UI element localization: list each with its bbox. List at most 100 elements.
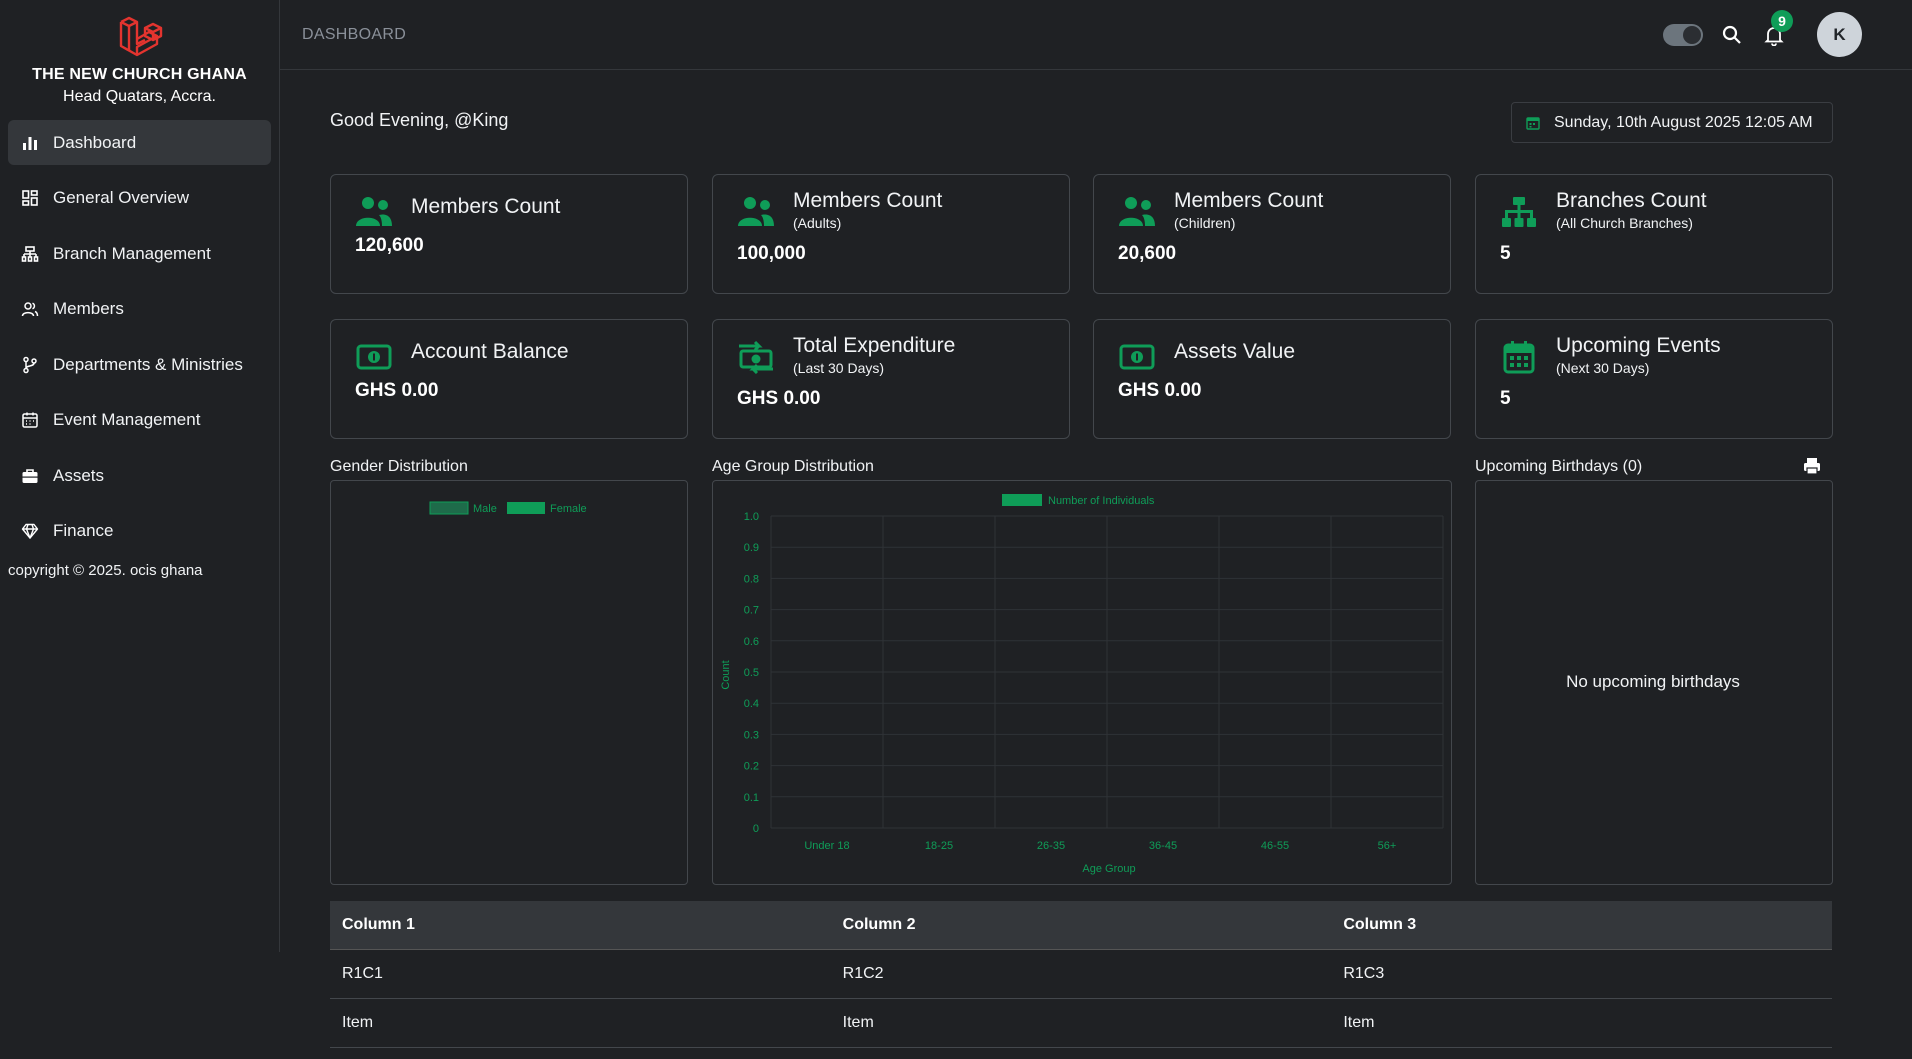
y-tick-label: 1.0 (744, 511, 759, 523)
legend-label-male: Male (473, 503, 497, 515)
stat-card-account-balance: Account Balance GHS 0.00 (330, 319, 688, 439)
sidebar-item-branch-management[interactable]: Branch Management (8, 231, 271, 276)
age-chart: 1.0 0.9 0.8 0.7 0.6 0.5 0.4 0.3 0.2 0.1 0 Under 18… (720, 494, 1444, 875)
card-value: GHS 0.00 (737, 388, 821, 409)
sidebar-item-general-overview[interactable]: General Overview (8, 176, 271, 221)
stat-card-branches: Branches Count (All Church Branches) 5 (1475, 174, 1833, 294)
card-value: 5 (1500, 388, 1511, 409)
calendar-icon (1500, 338, 1538, 376)
diamond-icon (20, 521, 40, 541)
card-value: GHS 0.00 (355, 380, 439, 401)
table-cell: R1C3 (1331, 949, 1832, 999)
card-subtitle: (All Church Branches) (1556, 215, 1693, 231)
card-value: 120,600 (355, 235, 424, 256)
print-icon (1804, 458, 1820, 475)
brand-name: THE NEW CHURCH GHANA (32, 66, 247, 83)
legend-swatch-male[interactable] (429, 501, 469, 515)
sidebar-item-label: Departments & Ministries (53, 354, 243, 374)
sidebar-item-dashboard[interactable]: Dashboard (8, 120, 271, 165)
date-text: Sunday, 10th August 2025 12:05 AM (1554, 113, 1813, 131)
stat-card-upcoming-events: Upcoming Events (Next 30 Days) 5 (1475, 319, 1833, 439)
y-tick-label: 0.2 (744, 761, 759, 773)
y-axis-ticks: 1.0 0.9 0.8 0.7 0.6 0.5 0.4 0.3 0.2 0.1 0 (744, 511, 759, 835)
card-title: Members Count (1174, 189, 1324, 212)
sidebar-item-assets[interactable]: Assets (8, 453, 271, 498)
sidebar-nav: Dashboard General Overview Branch Manage… (0, 120, 279, 554)
y-tick-label: 0 (753, 823, 759, 835)
y-tick-label: 0.9 (744, 542, 759, 554)
x-tick-label: 36-45 (1149, 840, 1177, 852)
y-tick-label: 0.5 (744, 667, 759, 679)
card-title: Upcoming Events (1556, 334, 1721, 357)
y-tick-label: 0.8 (744, 573, 759, 585)
search-button[interactable] (1719, 22, 1745, 48)
bar-chart-icon (20, 133, 40, 153)
theme-toggle[interactable] (1663, 23, 1703, 46)
y-tick-label: 0.1 (744, 792, 759, 804)
table-header[interactable]: Column 2 (830, 901, 1332, 950)
table-cell: R1C2 (830, 949, 1332, 999)
gender-chart: Male Female (429, 501, 587, 515)
x-tick-label: 26-35 (1037, 840, 1065, 852)
sidebar-item-finance[interactable]: Finance (8, 509, 271, 554)
money-transfer-icon (737, 338, 775, 376)
print-button[interactable] (1803, 457, 1821, 480)
card-title: Members Count (411, 195, 561, 218)
grid-icon (20, 188, 40, 208)
table-header[interactable]: Column 3 (1331, 901, 1832, 950)
card-subtitle: (Next 30 Days) (1556, 360, 1650, 376)
no-birthdays-message: No upcoming birthdays (1566, 672, 1740, 691)
card-title: Account Balance (411, 340, 569, 363)
users-icon (737, 193, 775, 231)
age-chart-panel: 1.0 0.9 0.8 0.7 0.6 0.5 0.4 0.3 0.2 0.1 0 Under 18… (712, 480, 1452, 885)
sidebar-item-label: Members (53, 299, 124, 318)
sidebar-item-label: Finance (53, 521, 114, 540)
laravel-logo-icon (119, 16, 162, 57)
search-icon (1722, 25, 1741, 44)
card-value: 100,000 (737, 243, 806, 264)
y-tick-label: 0.6 (744, 636, 759, 648)
date-display: Sunday, 10th August 2025 12:05 AM (1511, 102, 1833, 143)
legend-label-individuals: Number of Individuals (1048, 495, 1155, 507)
sitemap-icon (1500, 193, 1538, 231)
table-row: Item Item Item (330, 998, 1832, 1048)
topbar-actions: 9 K (1663, 9, 1862, 57)
x-tick-label: 18-25 (925, 840, 953, 852)
table-row: R1C1 R1C2 R1C3 (330, 949, 1832, 999)
table-cell: R1C1 (330, 949, 831, 999)
legend-swatch-individuals[interactable] (1002, 494, 1042, 506)
brand-location: Head Quatars, Accra. (63, 88, 216, 105)
avatar[interactable]: K (1817, 12, 1862, 57)
x-axis-ticks: Under 18 18-25 26-35 36-45 46-55 56+ (804, 840, 1396, 852)
x-axis-label: Age Group (1082, 863, 1135, 875)
sidebar-item-event-management[interactable]: Event Management (8, 398, 271, 443)
y-tick-label: 0.4 (744, 698, 759, 710)
stat-card-total-expenditure: Total Expenditure (Last 30 Days) GHS 0.0… (712, 319, 1070, 439)
table-header-row: Column 1 Column 2 Column 3 (330, 901, 1832, 950)
y-tick-label: 0.3 (744, 729, 759, 741)
sidebar-item-label: General Overview (53, 188, 190, 207)
notifications-button[interactable]: 9 (1761, 9, 1793, 48)
x-tick-label: 46-55 (1261, 840, 1289, 852)
users-icon (355, 193, 393, 231)
notification-badge: 9 (1771, 9, 1793, 32)
card-title: Assets Value (1174, 340, 1296, 363)
toggle-knob (1683, 25, 1701, 44)
card-subtitle: (Children) (1174, 215, 1236, 231)
upcoming-birthdays-title: Upcoming Birthdays (0) (1475, 458, 1643, 475)
sidebar-item-label: Assets (53, 465, 105, 485)
legend-swatch-female[interactable] (507, 502, 545, 514)
card-value: 5 (1500, 243, 1511, 264)
card-title: Branches Count (1556, 189, 1707, 212)
table-header[interactable]: Column 1 (330, 901, 831, 950)
gender-distribution-title: Gender Distribution (330, 458, 468, 475)
card-subtitle: (Adults) (793, 215, 842, 231)
sidebar-item-departments[interactable]: Departments & Ministries (8, 342, 271, 387)
table-cell: Item (1331, 998, 1832, 1048)
x-tick-label: 56+ (1378, 840, 1397, 852)
greeting: Good Evening, @King (330, 110, 509, 130)
sidebar-item-members[interactable]: Members (8, 287, 271, 332)
money-bill-icon (1118, 338, 1156, 376)
chart-grid (770, 515, 1444, 829)
brand: THE NEW CHURCH GHANA Head Quatars, Accra… (0, 0, 279, 106)
